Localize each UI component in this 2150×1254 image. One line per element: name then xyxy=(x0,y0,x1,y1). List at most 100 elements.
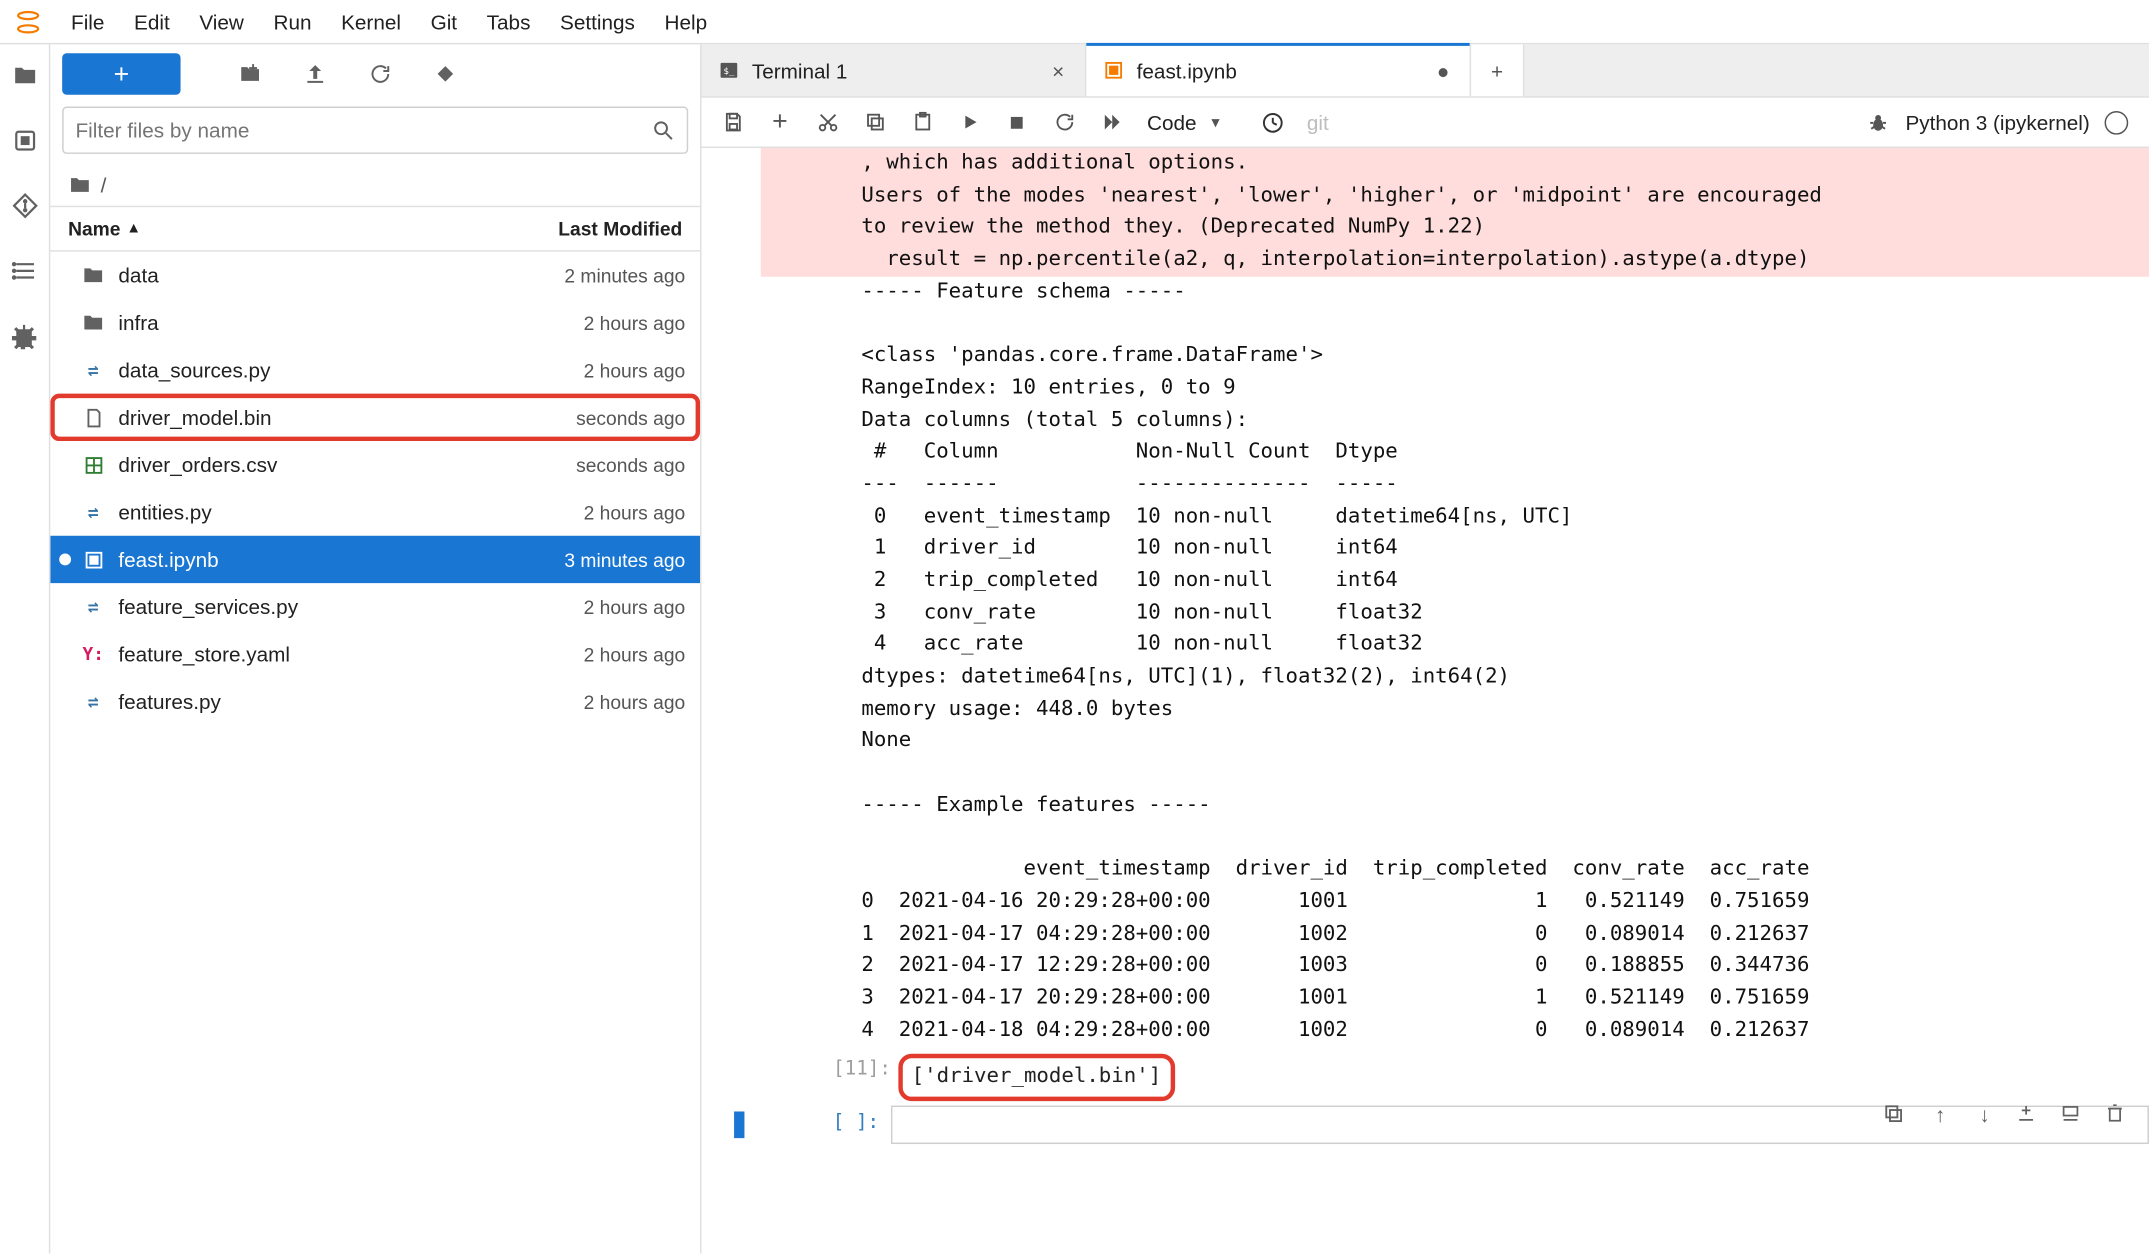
git-label: git xyxy=(1298,110,1329,134)
copy-button[interactable] xyxy=(852,103,896,141)
menu-run[interactable]: Run xyxy=(259,10,327,34)
csv-icon xyxy=(80,451,107,478)
file-modified: 2 hours ago xyxy=(584,359,686,381)
folder-icon[interactable] xyxy=(8,59,41,92)
file-modified: 2 hours ago xyxy=(584,312,686,334)
file-row[interactable]: driver_model.binseconds ago xyxy=(50,394,700,441)
add-tab-button[interactable]: + xyxy=(1471,44,1524,96)
paste-button[interactable] xyxy=(900,103,944,141)
clock-icon[interactable] xyxy=(1251,103,1295,141)
duplicate-cell-button[interactable] xyxy=(1883,1103,1910,1127)
menu-git[interactable]: Git xyxy=(416,10,472,34)
stdout-output: ----- Feature schema ----- <class 'panda… xyxy=(761,276,2149,1046)
py-icon: ⇌ xyxy=(80,499,107,526)
yaml-icon: Y: xyxy=(80,641,107,668)
file-modified: 2 hours ago xyxy=(584,690,686,712)
file-list: data2 minutes agoinfra2 hours ago ⇌ data_s… xyxy=(50,252,700,1254)
breadcrumb[interactable]: / xyxy=(50,163,700,207)
tab[interactable]: feast.ipynb ● xyxy=(1086,44,1471,96)
search-icon xyxy=(651,118,675,142)
kernel-status-icon[interactable] xyxy=(2105,110,2129,134)
move-down-button[interactable]: ↓ xyxy=(1971,1103,1998,1127)
svg-text:$_: $_ xyxy=(723,66,735,77)
file-row[interactable]: data2 minutes ago xyxy=(50,252,700,299)
file-modified: seconds ago xyxy=(576,406,685,428)
delete-cell-button[interactable] xyxy=(2105,1103,2132,1127)
new-launcher-button[interactable]: + xyxy=(62,53,180,94)
menu-tabs[interactable]: Tabs xyxy=(472,10,545,34)
tab[interactable]: $_ Terminal 1 × xyxy=(702,44,1087,96)
menu-kernel[interactable]: Kernel xyxy=(326,10,415,34)
nb-icon xyxy=(80,546,107,573)
restart-run-all-button[interactable] xyxy=(1089,103,1133,141)
file-icon xyxy=(80,404,107,431)
dirty-dot[interactable]: ● xyxy=(1431,58,1455,82)
menubar: FileEditViewRunKernelGitTabsSettingsHelp xyxy=(0,0,2149,44)
file-row[interactable]: ⇌entities.py2 hours ago xyxy=(50,488,700,535)
file-list-header: Name ▲ Last Modified xyxy=(50,207,700,251)
file-name: features.py xyxy=(118,690,571,714)
tab-bar: $_ Terminal 1 × feast.ipynb ● + xyxy=(702,44,2149,97)
menu-view[interactable]: View xyxy=(185,10,259,34)
py-icon: ⇌ xyxy=(80,357,107,384)
toc-icon[interactable] xyxy=(8,255,41,288)
menu-help[interactable]: Help xyxy=(650,10,722,34)
folder-icon xyxy=(80,309,107,336)
file-modified: 2 hours ago xyxy=(584,596,686,618)
sort-asc-icon: ▲ xyxy=(126,221,141,237)
filter-input[interactable] xyxy=(75,118,651,142)
file-row[interactable]: infra2 hours ago xyxy=(50,299,700,346)
main-area: $_ Terminal 1 × feast.ipynb ● + + Code▾ git P… xyxy=(702,44,2149,1253)
output-prompt: [11]: xyxy=(761,1059,903,1097)
extensions-icon[interactable] xyxy=(8,320,41,353)
col-name[interactable]: Name xyxy=(68,218,120,240)
filter-input-wrap[interactable] xyxy=(62,107,688,154)
file-name: driver_orders.csv xyxy=(118,453,564,477)
restart-button[interactable] xyxy=(1042,103,1086,141)
insert-below-button[interactable] xyxy=(2060,1103,2087,1127)
bug-icon[interactable] xyxy=(1867,110,1891,134)
notebook-body[interactable]: , which has additional options. Users of… xyxy=(702,148,2149,1254)
git-icon[interactable] xyxy=(8,189,41,222)
breadcrumb-root[interactable]: / xyxy=(101,172,107,196)
menu-edit[interactable]: Edit xyxy=(119,10,184,34)
file-modified: 2 hours ago xyxy=(584,643,686,665)
new-folder-button[interactable] xyxy=(219,53,281,94)
git-pull-button[interactable] xyxy=(414,53,476,94)
menu-settings[interactable]: Settings xyxy=(545,10,649,34)
file-row[interactable]: Y:feature_store.yaml2 hours ago xyxy=(50,630,700,677)
file-name: data_sources.py xyxy=(118,358,571,382)
file-browser: + / Name ▲ Last Modified data2 minutes a… xyxy=(50,44,701,1253)
tab-label: Terminal 1 xyxy=(752,58,1035,82)
tab-icon xyxy=(1101,58,1125,82)
tab-label: feast.ipynb xyxy=(1137,58,1420,82)
file-row[interactable]: ⇌feature_services.py2 hours ago xyxy=(50,583,700,630)
close-icon[interactable]: × xyxy=(1046,58,1070,82)
file-row[interactable]: driver_orders.csv seconds ago xyxy=(50,441,700,488)
run-button[interactable] xyxy=(947,103,991,141)
dirty-dot xyxy=(59,554,71,566)
running-icon[interactable] xyxy=(8,124,41,157)
save-button[interactable] xyxy=(710,103,754,141)
file-modified: seconds ago xyxy=(576,454,685,476)
refresh-button[interactable] xyxy=(349,53,411,94)
upload-button[interactable] xyxy=(284,53,346,94)
insert-cell-button[interactable]: + xyxy=(758,103,802,141)
cell-type-select[interactable]: Code▾ xyxy=(1137,104,1248,140)
cut-button[interactable] xyxy=(805,103,849,141)
file-name: data xyxy=(118,263,552,287)
file-row[interactable]: feast.ipynb3 minutes ago xyxy=(50,536,700,583)
kernel-name[interactable]: Python 3 (ipykernel) xyxy=(1905,110,2089,134)
code-cell[interactable]: [ ]: ↑ ↓ xyxy=(702,1105,2149,1143)
file-row[interactable]: ⇌features.py2 hours ago xyxy=(50,678,700,725)
stop-button[interactable] xyxy=(995,103,1039,141)
insert-above-button[interactable] xyxy=(2016,1103,2043,1127)
file-modified: 2 hours ago xyxy=(584,501,686,523)
cell-toolbar: ↑ ↓ xyxy=(1883,1103,2132,1127)
input-prompt: [ ]: xyxy=(749,1105,891,1133)
move-up-button[interactable]: ↑ xyxy=(1927,1103,1954,1127)
col-modified[interactable]: Last Modified xyxy=(558,218,682,240)
warning-output: , which has additional options. Users of… xyxy=(761,148,2149,276)
menu-file[interactable]: File xyxy=(56,10,119,34)
file-row[interactable]: ⇌ data_sources.py 2 hours ago xyxy=(50,346,700,393)
